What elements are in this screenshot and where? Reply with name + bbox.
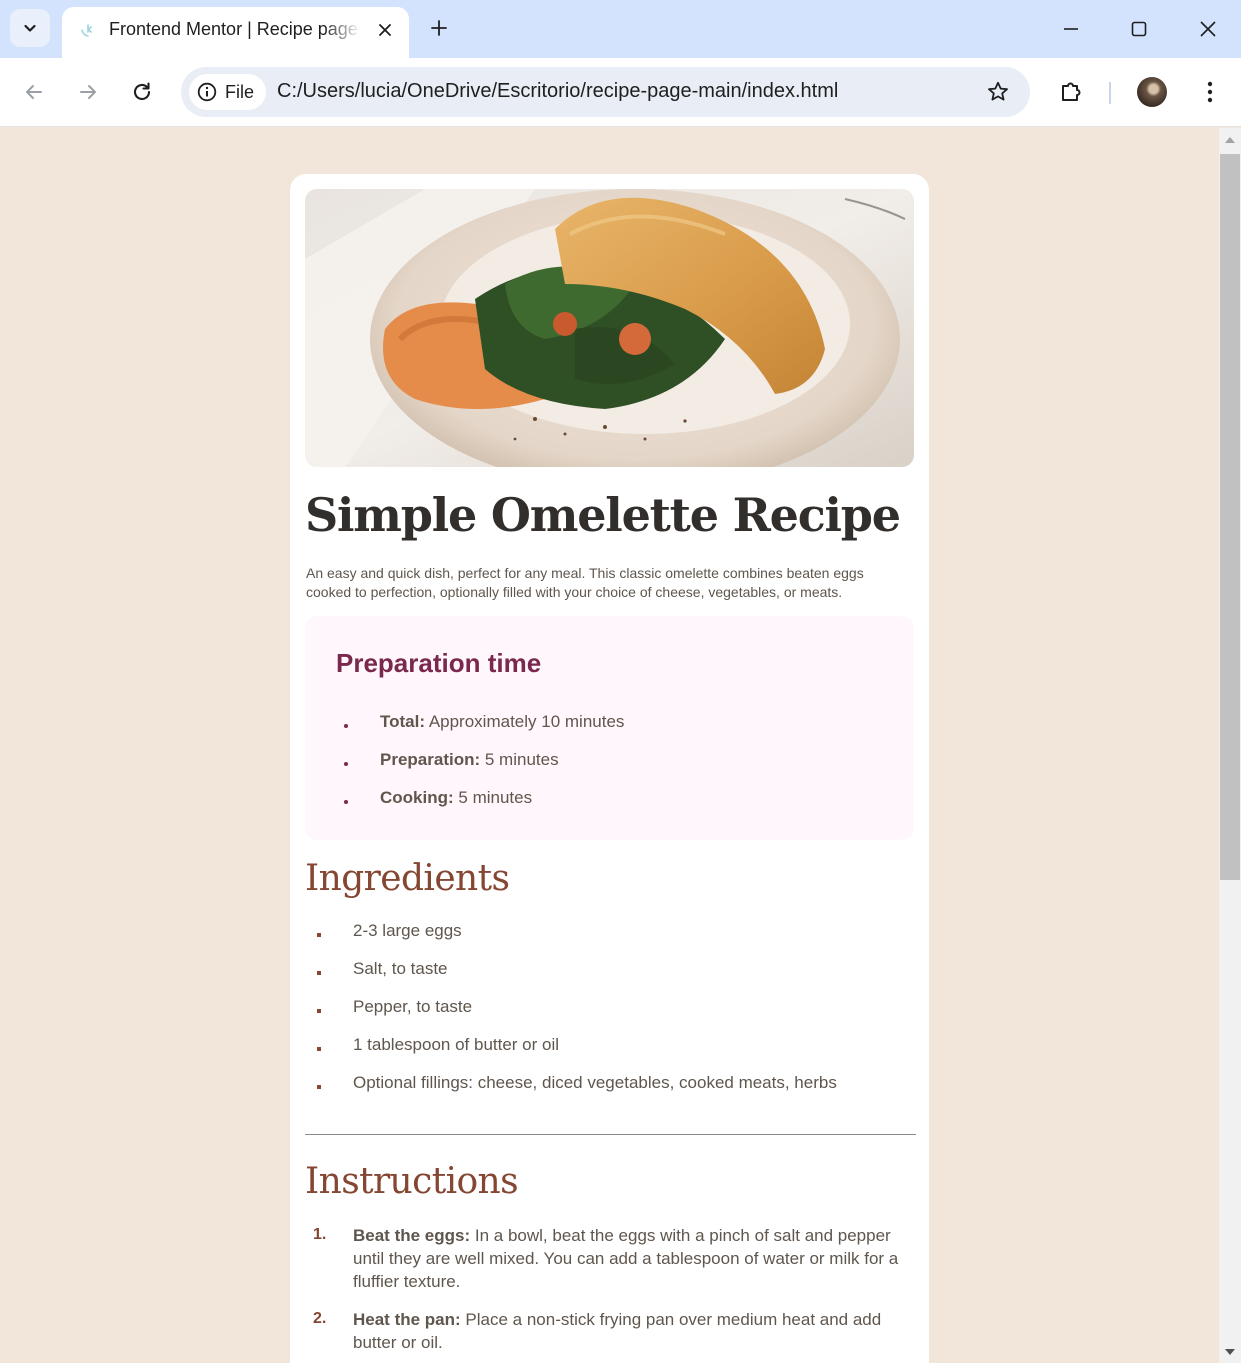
instruction-item: Beat the eggs: In a bowl, beat the eggs … bbox=[353, 1224, 915, 1293]
bullet-icon bbox=[344, 762, 348, 766]
close-icon bbox=[379, 24, 391, 36]
info-icon bbox=[197, 82, 217, 102]
prep-item-cooking: Cooking: 5 minutes bbox=[380, 788, 532, 808]
prep-item-label: Cooking: bbox=[380, 788, 454, 807]
prep-item-label: Preparation: bbox=[380, 750, 481, 769]
plus-icon bbox=[431, 20, 447, 36]
scroll-up-arrow-icon[interactable] bbox=[1225, 137, 1235, 143]
browser-toolbar: File C:/Users/lucia/OneDrive/Escritorio/… bbox=[0, 58, 1241, 127]
kebab-menu-icon bbox=[1207, 81, 1213, 103]
scroll-down-arrow-icon[interactable] bbox=[1225, 1349, 1235, 1355]
scrollbar-thumb[interactable] bbox=[1220, 154, 1240, 880]
bullet-icon bbox=[317, 1047, 321, 1051]
ingredient-item: Optional fillings: cheese, diced vegetab… bbox=[353, 1073, 837, 1092]
instruction-number: 2. bbox=[313, 1310, 327, 1327]
prep-item-value: 5 minutes bbox=[484, 750, 559, 769]
minimize-icon bbox=[1064, 28, 1078, 30]
tab-strip: Frontend Mentor | Recipe page bbox=[0, 0, 1241, 58]
toolbar-divider bbox=[1109, 82, 1111, 104]
tab-title: Frontend Mentor | Recipe page bbox=[109, 19, 358, 39]
url-text[interactable]: C:/Users/lucia/OneDrive/Escritorio/recip… bbox=[277, 80, 838, 103]
instruction-label: Heat the pan: bbox=[353, 1310, 461, 1329]
ingredient-item: Pepper, to taste bbox=[353, 997, 473, 1016]
prep-item-total: Total: Approximately 10 minutes bbox=[380, 712, 624, 732]
ingredient-item: 2-3 large eggs bbox=[353, 921, 462, 940]
page-scrollbar[interactable] bbox=[1219, 128, 1241, 1363]
bullet-icon bbox=[317, 1009, 321, 1013]
instruction-item: Heat the pan: Place a non-stick frying p… bbox=[353, 1308, 915, 1354]
close-window-button[interactable] bbox=[1190, 11, 1226, 47]
recipe-title: Simple Omelette Recipe bbox=[305, 488, 901, 542]
preparation-time-heading: Preparation time bbox=[336, 648, 542, 678]
bullet-icon bbox=[344, 800, 348, 804]
forward-button[interactable] bbox=[70, 74, 106, 110]
arrow-right-icon bbox=[80, 85, 96, 99]
arrow-left-icon bbox=[26, 85, 42, 99]
recipe-card: Simple Omelette Recipe An easy and quick… bbox=[290, 174, 929, 1363]
address-bar[interactable]: File C:/Users/lucia/OneDrive/Escritorio/… bbox=[181, 67, 1030, 117]
tab-search-button[interactable] bbox=[10, 9, 50, 47]
new-tab-button[interactable] bbox=[424, 13, 454, 43]
maximize-icon bbox=[1131, 21, 1147, 37]
chevron-down-icon bbox=[24, 24, 36, 32]
ingredient-item: 1 tablespoon of butter or oil bbox=[353, 1035, 560, 1054]
bullet-icon bbox=[317, 1085, 321, 1089]
browser-tab[interactable]: Frontend Mentor | Recipe page bbox=[62, 7, 409, 58]
ingredients-heading: Ingredients bbox=[305, 858, 510, 899]
close-icon bbox=[1200, 21, 1216, 37]
instruction-label: Beat the eggs: bbox=[353, 1226, 471, 1245]
preparation-time-box: Preparation time Total: Approximately 10… bbox=[305, 616, 914, 840]
maximize-button[interactable] bbox=[1121, 11, 1157, 47]
bullet-icon bbox=[317, 933, 321, 937]
bullet-icon bbox=[317, 971, 321, 975]
omelette-hero-image bbox=[305, 189, 914, 467]
puzzle-icon bbox=[1062, 82, 1081, 101]
close-tab-button[interactable] bbox=[372, 17, 398, 43]
site-info-chip[interactable]: File bbox=[189, 74, 267, 110]
recipe-intro: An easy and quick dish, perfect for any … bbox=[306, 565, 864, 600]
prep-item-preparation: Preparation: 5 minutes bbox=[380, 750, 559, 770]
profile-avatar[interactable] bbox=[1137, 77, 1167, 107]
star-icon bbox=[988, 81, 1008, 101]
instructions-heading: Instructions bbox=[305, 1161, 519, 1202]
site-chip-label: File bbox=[225, 81, 255, 102]
prep-item-value: Approximately 10 minutes bbox=[428, 712, 625, 731]
bookmark-button[interactable] bbox=[984, 78, 1012, 106]
page-viewport: Simple Omelette Recipe An easy and quick… bbox=[0, 128, 1219, 1363]
bullet-icon bbox=[344, 724, 348, 728]
back-button[interactable] bbox=[16, 74, 52, 110]
extensions-button[interactable] bbox=[1053, 74, 1089, 110]
prep-item-value: 5 minutes bbox=[458, 788, 533, 807]
reload-icon bbox=[133, 82, 151, 101]
minimize-button[interactable] bbox=[1053, 11, 1089, 47]
section-divider bbox=[305, 1134, 916, 1135]
reload-button[interactable] bbox=[124, 74, 160, 110]
instruction-number: 1. bbox=[313, 1226, 327, 1243]
prep-item-label: Total: bbox=[380, 712, 426, 731]
ingredient-item: Salt, to taste bbox=[353, 959, 448, 978]
browser-menu-button[interactable] bbox=[1192, 74, 1228, 110]
frontend-mentor-favicon-icon bbox=[81, 24, 92, 37]
